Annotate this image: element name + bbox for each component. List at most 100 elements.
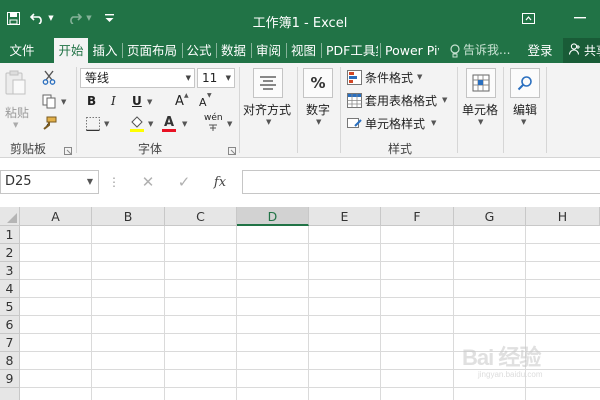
alignment-label[interactable]: 对齐方式: [243, 101, 291, 118]
column-header-e[interactable]: E: [309, 207, 381, 226]
font-color-swatch: [162, 129, 176, 132]
column-header-b[interactable]: B: [92, 207, 165, 226]
minimize-icon[interactable]: [566, 6, 594, 30]
format-as-table-icon[interactable]: [346, 92, 362, 108]
row-header-5[interactable]: 5: [0, 298, 20, 316]
tab-view[interactable]: 视图: [287, 38, 320, 63]
cut-icon[interactable]: [40, 68, 58, 86]
share-label: 共享: [584, 44, 600, 58]
underline-button[interactable]: U: [132, 94, 142, 108]
gridline: [20, 243, 600, 244]
conditional-formatting-label[interactable]: 条件格式: [365, 69, 413, 86]
row-header-9[interactable]: 9: [0, 370, 20, 388]
alignment-dropdown-icon[interactable]: ▼: [266, 118, 271, 126]
column-header-d[interactable]: D: [237, 207, 309, 226]
gridline: [164, 226, 165, 400]
tab-file[interactable]: 文件: [2, 38, 42, 63]
number-dropdown-icon[interactable]: ▼: [316, 118, 321, 126]
tab-review[interactable]: 审阅: [252, 38, 285, 63]
paste-icon[interactable]: [4, 69, 28, 97]
editing-label[interactable]: 编辑: [513, 101, 537, 118]
phonetic-dropdown-icon[interactable]: ▼: [227, 120, 232, 128]
phonetic-guide-button[interactable]: wén: [204, 113, 223, 123]
tab-insert[interactable]: 插入: [88, 38, 122, 63]
paste-label[interactable]: 粘贴: [5, 104, 29, 121]
conditional-formatting-icon[interactable]: [346, 69, 362, 85]
font-dialog-launcher-icon[interactable]: [228, 144, 237, 155]
font-name-select[interactable]: 等线 ▼: [80, 68, 195, 88]
formula-bar-splitter-icon[interactable]: ⋮: [108, 170, 120, 194]
fill-color-dropdown-icon[interactable]: ▼: [148, 120, 153, 128]
column-header-f[interactable]: F: [381, 207, 454, 226]
group-separator: [239, 67, 240, 153]
cell-styles-dropdown-icon[interactable]: ▼: [431, 119, 436, 127]
font-size-select[interactable]: 11 ▼: [197, 68, 235, 88]
gridline: [453, 226, 454, 400]
borders-dropdown-icon[interactable]: ▼: [104, 120, 109, 128]
cell-styles-icon[interactable]: [346, 115, 362, 131]
row-header-2[interactable]: 2: [0, 244, 20, 262]
number-format-button[interactable]: %: [303, 68, 333, 98]
lightbulb-icon: [449, 43, 461, 58]
cells-label[interactable]: 单元格: [462, 101, 498, 118]
paste-dropdown-icon[interactable]: ▼: [13, 121, 18, 129]
row-header-6[interactable]: 6: [0, 316, 20, 334]
cells-dropdown-icon[interactable]: ▼: [478, 118, 483, 126]
row-header-1[interactable]: 1: [0, 226, 20, 244]
name-box-value: D25: [5, 174, 32, 189]
name-box[interactable]: D25 ▼: [0, 170, 99, 194]
row-header-8[interactable]: 8: [0, 352, 20, 370]
watermark-url: jingyan.baidu.com: [478, 370, 543, 379]
column-header-h[interactable]: H: [526, 207, 600, 226]
editing-dropdown-icon[interactable]: ▼: [521, 118, 526, 126]
ribbon-display-options-icon[interactable]: [514, 6, 542, 30]
tab-formulas[interactable]: 公式: [183, 38, 215, 63]
group-separator: [76, 67, 77, 153]
share-button[interactable]: 共享: [563, 38, 600, 63]
italic-button[interactable]: I: [111, 94, 116, 108]
underline-dropdown-icon[interactable]: ▼: [147, 98, 152, 106]
cancel-icon[interactable]: ✕: [134, 170, 162, 194]
row-header-4[interactable]: 4: [0, 280, 20, 298]
column-header-g[interactable]: G: [454, 207, 526, 226]
cell-styles-label[interactable]: 单元格样式: [365, 115, 425, 132]
editing-button[interactable]: [510, 68, 540, 98]
chevron-down-icon: ▼: [225, 74, 231, 82]
gridline: [20, 315, 600, 316]
ribbon-tabs: 文件 开始 插入 页面布局 公式 数据 审阅 视图 PDF工具集 Power P…: [0, 38, 600, 63]
enter-icon[interactable]: ✓: [170, 170, 198, 194]
increase-font-size-button[interactable]: A: [175, 94, 184, 109]
formula-input[interactable]: [242, 170, 600, 194]
tell-me-search[interactable]: 告诉我...: [463, 38, 510, 63]
font-color-icon[interactable]: A: [160, 115, 178, 133]
row-header-7[interactable]: 7: [0, 334, 20, 352]
tab-pdf-tools[interactable]: PDF工具集: [322, 38, 378, 63]
alignment-button[interactable]: [253, 68, 283, 98]
bold-button[interactable]: B: [87, 94, 96, 108]
column-header-a[interactable]: A: [20, 207, 92, 226]
copy-dropdown-icon[interactable]: ▼: [61, 98, 66, 106]
select-all-button[interactable]: [0, 207, 20, 226]
copy-icon[interactable]: [40, 92, 58, 110]
row-header-3[interactable]: 3: [0, 262, 20, 280]
column-header-c[interactable]: C: [165, 207, 237, 226]
insert-function-button[interactable]: fx: [206, 170, 234, 194]
number-label[interactable]: 数字: [306, 101, 330, 118]
row-header-10[interactable]: [0, 388, 20, 400]
fill-color-icon[interactable]: [128, 115, 146, 133]
conditional-formatting-dropdown-icon[interactable]: ▼: [417, 73, 422, 81]
tab-page-layout[interactable]: 页面布局: [123, 38, 181, 63]
format-painter-icon[interactable]: [40, 114, 58, 132]
tab-power-pivot[interactable]: Power Pivot: [381, 38, 439, 63]
ribbon-home: 粘贴 ▼ ▼ 剪贴板 等线 ▼ 11 ▼ B I U ▼ A ▲ A ▼ ▼ ▼…: [0, 63, 600, 158]
font-color-dropdown-icon[interactable]: ▼: [182, 120, 187, 128]
format-as-table-dropdown-icon[interactable]: ▼: [442, 96, 447, 104]
borders-icon[interactable]: [84, 116, 102, 132]
decrease-font-size-button[interactable]: A: [199, 96, 207, 109]
tab-home[interactable]: 开始: [54, 38, 88, 63]
cells-button[interactable]: [466, 68, 496, 98]
format-as-table-label[interactable]: 套用表格格式: [365, 92, 437, 109]
tab-data[interactable]: 数据: [217, 38, 250, 63]
clipboard-dialog-launcher-icon[interactable]: [64, 144, 73, 155]
sign-in-link[interactable]: 登录: [520, 38, 560, 63]
